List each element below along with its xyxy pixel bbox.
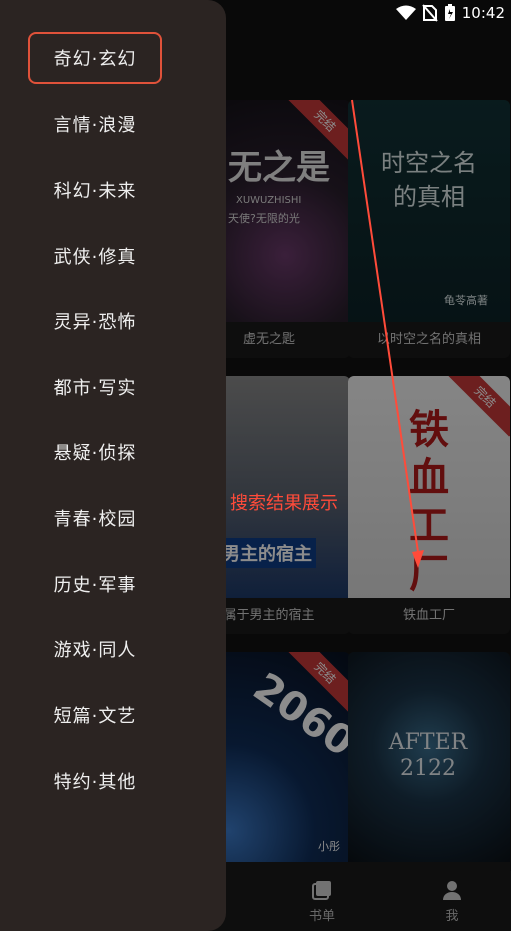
drawer-item-label: 都市·写实	[53, 378, 137, 399]
drawer-item-label: 言情·浪漫	[53, 115, 137, 136]
drawer-item-scifi[interactable]: 科幻·未来	[28, 164, 162, 216]
drawer-item-romance[interactable]: 言情·浪漫	[28, 98, 162, 150]
status-icons: 10:42	[395, 3, 505, 23]
drawer-item-label: 短篇·文艺	[53, 706, 137, 727]
drawer-item-label: 悬疑·侦探	[53, 443, 137, 464]
category-drawer: 奇幻·玄幻 言情·浪漫 科幻·未来 武侠·修真 灵异·恐怖 都市·写实 悬疑·侦…	[0, 0, 226, 931]
drawer-item-fantasy[interactable]: 奇幻·玄幻	[28, 32, 162, 84]
drawer-item-label: 奇幻·玄幻	[53, 49, 137, 70]
drawer-item-label: 灵异·恐怖	[53, 312, 137, 333]
drawer-item-other[interactable]: 特约·其他	[28, 755, 162, 807]
drawer-item-mystery[interactable]: 悬疑·侦探	[28, 426, 162, 478]
drawer-item-history[interactable]: 历史·军事	[28, 558, 162, 610]
drawer-item-label: 武侠·修真	[53, 247, 137, 268]
drawer-item-youth[interactable]: 青春·校园	[28, 492, 162, 544]
drawer-item-game[interactable]: 游戏·同人	[28, 623, 162, 675]
drawer-item-label: 特约·其他	[53, 772, 137, 793]
drawer-item-horror[interactable]: 灵异·恐怖	[28, 295, 162, 347]
drawer-item-label: 游戏·同人	[53, 640, 137, 661]
drawer-item-urban[interactable]: 都市·写实	[28, 361, 162, 413]
wifi-icon	[395, 5, 416, 20]
drawer-item-short[interactable]: 短篇·文艺	[28, 689, 162, 741]
drawer-item-label: 青春·校园	[53, 509, 137, 530]
drawer-item-label: 科幻·未来	[53, 181, 137, 202]
drawer-item-wuxia[interactable]: 武侠·修真	[28, 230, 162, 282]
battery-charging-icon	[444, 4, 455, 21]
clock: 10:42	[461, 4, 505, 22]
no-sim-icon	[422, 4, 438, 22]
annotation-label: 搜索结果展示	[230, 493, 338, 514]
drawer-item-label: 历史·军事	[53, 575, 137, 596]
